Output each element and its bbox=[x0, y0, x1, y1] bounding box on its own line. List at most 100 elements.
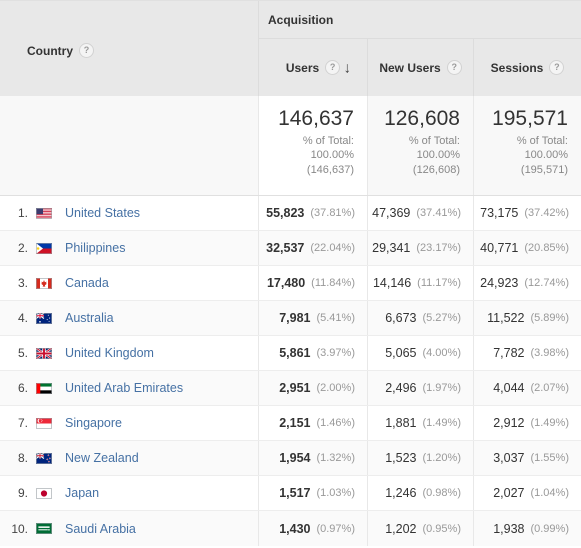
column-header-new-users-label: New Users bbox=[379, 60, 441, 75]
flag-ph-icon bbox=[32, 242, 56, 254]
new-users-value: 6,673 bbox=[385, 311, 417, 325]
sessions-percent: (3.98%) bbox=[530, 347, 569, 359]
row-dimension-cell: 5. United Kingdom bbox=[0, 336, 259, 370]
country-acquisition-table: Country ? Acquisition Users ? ↓ New User… bbox=[0, 0, 581, 548]
users-value: 1,430 bbox=[279, 521, 311, 536]
flag-au-icon bbox=[32, 312, 56, 324]
table-row[interactable]: 10. Saudi Arabia 1,430 (0.97%) 1,202 (0.95%) 1… bbox=[0, 511, 581, 546]
column-header-sessions[interactable]: Sessions ? bbox=[474, 39, 581, 96]
summary-new-users-value: 126,608 bbox=[384, 107, 460, 130]
table-row[interactable]: 3. Canada 17,480 (11.84%) 14,146 (11.17%) 24,9… bbox=[0, 266, 581, 301]
dimension-header-cell[interactable]: Country ? bbox=[0, 1, 259, 96]
summary-users-line1: % of Total: bbox=[302, 134, 354, 147]
users-percent: (5.41%) bbox=[316, 312, 355, 324]
help-icon[interactable]: ? bbox=[79, 43, 94, 58]
column-header-users-label: Users bbox=[285, 60, 320, 75]
summary-new-users-line2: 100.00% bbox=[416, 149, 460, 162]
row-rank: 9. bbox=[17, 486, 28, 500]
metric-columns: Users ? ↓ New Users ? Sessions ? bbox=[259, 39, 581, 96]
new-users-value: 29,341 bbox=[372, 241, 411, 255]
cell-users: 2,151 (1.46%) bbox=[259, 406, 368, 440]
table-header: Country ? Acquisition Users ? ↓ New User… bbox=[0, 1, 581, 96]
new-users-value: 14,146 bbox=[372, 276, 412, 290]
cell-new-users: 1,246 (0.98%) bbox=[368, 476, 474, 510]
users-percent: (37.81%) bbox=[310, 207, 355, 219]
cell-sessions: 7,782 (3.98%) bbox=[474, 336, 581, 370]
flag-gb-icon bbox=[32, 347, 56, 359]
country-link[interactable]: United Kingdom bbox=[56, 346, 154, 360]
country-link[interactable]: Canada bbox=[56, 276, 109, 290]
sessions-percent: (37.42%) bbox=[524, 207, 569, 219]
sessions-value: 2,027 bbox=[493, 486, 525, 500]
cell-users: 1,517 (1.03%) bbox=[259, 476, 368, 510]
summary-dimension-cell bbox=[0, 96, 259, 195]
table-row[interactable]: 8. New Zealand 1,954 (1.32%) 1,523 (1.20%) 3,0… bbox=[0, 441, 581, 476]
new-users-percent: (4.00%) bbox=[422, 347, 461, 359]
row-rank: 3. bbox=[17, 276, 28, 290]
row-dimension-cell: 6. United Arab Emirates bbox=[0, 371, 259, 405]
users-percent: (2.00%) bbox=[316, 382, 355, 394]
country-link[interactable]: United Arab Emirates bbox=[56, 381, 183, 395]
table-row[interactable]: 2. Philippines 32,537 (22.04%) 29,341 (23.17%… bbox=[0, 231, 581, 266]
sessions-value: 24,923 bbox=[480, 276, 519, 290]
country-link[interactable]: Saudi Arabia bbox=[56, 522, 136, 536]
summary-users-value: 146,637 bbox=[278, 107, 354, 130]
cell-users: 7,981 (5.41%) bbox=[259, 301, 368, 335]
new-users-value: 1,523 bbox=[385, 451, 417, 465]
summary-sessions-detail: % of Total: 100.00% (195,571) bbox=[474, 134, 568, 178]
column-header-users-inner: Users ? bbox=[285, 60, 341, 75]
cell-new-users: 14,146 (11.17%) bbox=[368, 266, 474, 300]
summary-sessions-line2: 100.00% bbox=[524, 149, 568, 162]
sessions-percent: (12.74%) bbox=[524, 277, 569, 289]
row-metric-cells: 1,954 (1.32%) 1,523 (1.20%) 3,037 (1.55%) bbox=[259, 441, 581, 475]
country-link[interactable]: Philippines bbox=[56, 241, 125, 255]
sessions-percent: (5.89%) bbox=[530, 312, 569, 324]
sessions-value: 2,912 bbox=[493, 416, 525, 430]
users-value: 17,480 bbox=[266, 276, 306, 290]
table-row[interactable]: 5. United Kingdom 5,861 (3.97%) 5,065 (4.00%)… bbox=[0, 336, 581, 371]
table-row[interactable]: 4. Australia 7,981 (5.41%) 6,673 (5.27%) 11,52… bbox=[0, 301, 581, 336]
new-users-value: 1,881 bbox=[385, 416, 417, 430]
cell-new-users: 47,369 (37.41%) bbox=[368, 196, 474, 230]
help-icon[interactable]: ? bbox=[549, 60, 565, 75]
column-header-users[interactable]: Users ? ↓ bbox=[259, 39, 368, 96]
summary-sessions-line3: (195,571) bbox=[520, 163, 568, 176]
country-link[interactable]: Japan bbox=[56, 486, 99, 500]
column-header-sessions-inner: Sessions ? bbox=[491, 60, 565, 75]
users-percent: (3.97%) bbox=[316, 347, 355, 359]
cell-sessions: 24,923 (12.74%) bbox=[474, 266, 581, 300]
summary-cell-new-users: 126,608 % of Total: 100.00% (126,608) bbox=[368, 96, 474, 195]
cell-users: 1,430 (0.97%) bbox=[259, 511, 368, 546]
cell-new-users: 1,881 (1.49%) bbox=[368, 406, 474, 440]
row-rank: 7. bbox=[17, 416, 28, 430]
row-metric-cells: 17,480 (11.84%) 14,146 (11.17%) 24,923 (12.74… bbox=[259, 266, 581, 300]
row-metric-cells: 2,951 (2.00%) 2,496 (1.97%) 4,044 (2.07%) bbox=[259, 371, 581, 405]
country-link[interactable]: Australia bbox=[56, 311, 114, 325]
country-link[interactable]: New Zealand bbox=[56, 451, 139, 465]
new-users-value: 47,369 bbox=[372, 206, 411, 220]
table-row[interactable]: 6. United Arab Emirates 2,951 (2.00%) 2,496 (… bbox=[0, 371, 581, 406]
sessions-value: 11,522 bbox=[487, 311, 525, 325]
flag-sa-icon bbox=[32, 523, 56, 534]
table-row[interactable]: 7. Singapore 2,151 (1.46%) 1,881 (1.49%) 2,912… bbox=[0, 406, 581, 441]
table-row[interactable]: 9. Japan 1,517 (1.03%) 1,246 (0.98%) 2,027 (1.0… bbox=[0, 476, 581, 511]
row-metric-cells: 7,981 (5.41%) 6,673 (5.27%) 11,522 (5.89%) bbox=[259, 301, 581, 335]
table-row[interactable]: 1. United States 55,823 (37.81%) 47,369 (37.4… bbox=[0, 196, 581, 231]
country-link[interactable]: Singapore bbox=[56, 416, 122, 430]
row-dimension-cell: 2. Philippines bbox=[0, 231, 259, 265]
country-link[interactable]: United States bbox=[56, 206, 140, 220]
flag-ca-icon bbox=[32, 277, 56, 289]
cell-new-users: 1,523 (1.20%) bbox=[368, 441, 474, 475]
summary-cell-sessions: 195,571 % of Total: 100.00% (195,571) bbox=[474, 96, 581, 195]
summary-row: 146,637 % of Total: 100.00% (146,637) 12… bbox=[0, 96, 581, 196]
users-percent: (1.32%) bbox=[316, 452, 355, 464]
column-header-new-users-inner: New Users ? bbox=[379, 60, 462, 75]
new-users-percent: (0.98%) bbox=[422, 487, 461, 499]
column-header-new-users[interactable]: New Users ? bbox=[368, 39, 474, 96]
help-icon[interactable]: ? bbox=[446, 60, 462, 75]
help-icon[interactable]: ? bbox=[325, 60, 341, 75]
summary-new-users-detail: % of Total: 100.00% (126,608) bbox=[368, 134, 460, 178]
summary-sessions-line1: % of Total: bbox=[516, 134, 568, 147]
arrow-down-icon[interactable]: ↓ bbox=[344, 60, 352, 75]
new-users-value: 2,496 bbox=[385, 381, 417, 395]
